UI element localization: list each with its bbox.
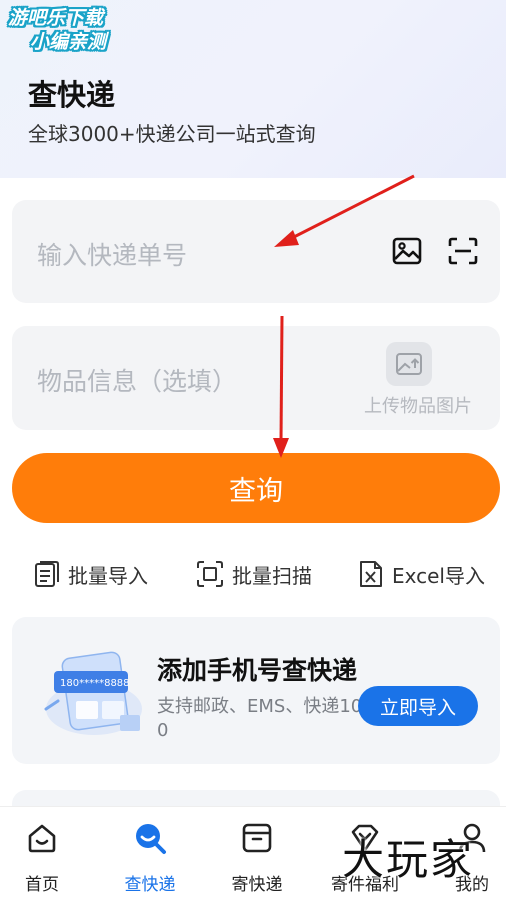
image-icon[interactable] <box>390 234 424 268</box>
phone-illustration: 180*****8888 <box>44 651 142 735</box>
quick-actions: 批量导入 批量扫描 Excel导入 <box>0 556 506 592</box>
batch-import-label: 批量导入 <box>68 563 148 588</box>
phone-number-text: 180*****8888 <box>60 678 130 689</box>
excel-import-button[interactable]: Excel导入 <box>358 556 485 592</box>
image-upload-icon <box>386 342 432 386</box>
excel-icon <box>360 561 382 587</box>
tab-track-package[interactable]: 查快递 <box>100 807 200 900</box>
search-package-icon <box>133 821 167 855</box>
watermark-line-1: 游吧乐下载 <box>8 7 104 29</box>
query-button[interactable]: 查询 <box>12 453 500 523</box>
watermark-logo: 游吧乐下载 小编亲测 <box>8 6 148 64</box>
page-title: 查快递 <box>28 78 116 112</box>
tab-home[interactable]: 首页 <box>0 807 92 900</box>
home-icon <box>25 821 59 855</box>
watermark-line-2: 小编亲测 <box>30 31 107 53</box>
batch-scan-icon <box>197 561 223 587</box>
batch-scan-label: 批量扫描 <box>232 563 312 588</box>
tab-send-package-label: 寄快递 <box>231 875 283 895</box>
batch-import-icon <box>35 561 59 587</box>
add-phone-promo-card[interactable]: 180*****8888 添加手机号查快递 支持邮政、EMS、快递100 立即导… <box>12 617 500 764</box>
batch-import-button[interactable]: 批量导入 <box>34 556 148 592</box>
watermark-bottom: 大玩家 <box>342 835 475 884</box>
box-icon <box>240 821 274 855</box>
tab-home-label: 首页 <box>25 875 59 895</box>
promo-title: 添加手机号查快递 <box>157 656 358 685</box>
upload-item-image-button[interactable]: 上传物品图片 <box>348 340 488 420</box>
page-subtitle: 全球3000+快递公司一站式查询 <box>28 122 316 146</box>
tab-send-package[interactable]: 寄快递 <box>207 807 307 900</box>
promo-description: 支持邮政、EMS、快递100 <box>157 696 363 741</box>
excel-import-label: Excel导入 <box>392 563 485 588</box>
item-info-input[interactable]: 物品信息（选填） 上传物品图片 <box>12 326 500 430</box>
tab-track-package-label: 查快递 <box>124 875 176 895</box>
tracking-number-placeholder: 输入快递单号 <box>37 241 188 270</box>
batch-scan-button[interactable]: 批量扫描 <box>196 556 312 592</box>
import-now-button[interactable]: 立即导入 <box>358 686 478 726</box>
item-info-placeholder: 物品信息（选填） <box>37 367 238 396</box>
scan-icon[interactable] <box>446 234 480 268</box>
tracking-number-input[interactable]: 输入快递单号 <box>12 200 500 303</box>
upload-item-image-label: 上传物品图片 <box>364 396 472 417</box>
